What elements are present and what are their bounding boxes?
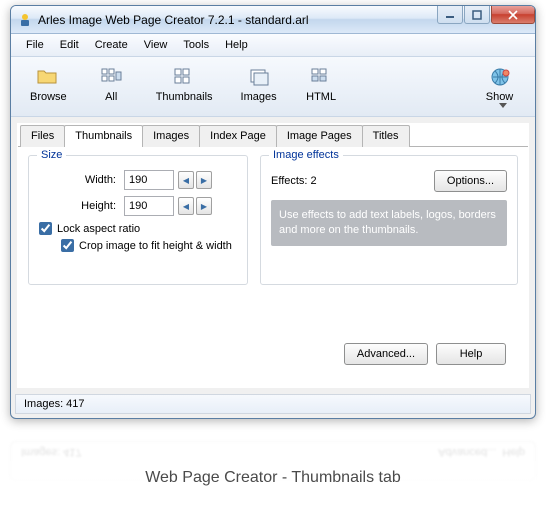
app-window: Arles Image Web Page Creator 7.2.1 - sta… [10,5,536,419]
tab-images[interactable]: Images [142,125,200,147]
menu-file[interactable]: File [19,37,51,53]
menu-view[interactable]: View [137,37,175,53]
size-group-title: Size [37,149,66,161]
images-icon [247,65,271,89]
toolbar-thumbnails-label: Thumbnails [156,91,213,103]
height-label: Height: [39,200,124,212]
width-increase-button[interactable]: ▶ [196,171,212,189]
mirror-left: Images: 417 [21,446,82,458]
app-icon [17,12,33,28]
tabstrip: Files Thumbnails Images Index Page Image… [18,124,528,147]
size-group: Size Width: ◀ ▶ Height: ◀ [28,155,248,285]
width-label: Width: [39,174,124,186]
close-button[interactable] [491,6,535,24]
statusbar: Images: 417 [15,394,531,414]
toolbar-show[interactable]: Show [472,61,527,112]
toolbar-browse-label: Browse [30,91,67,103]
html-icon [309,65,333,89]
folder-icon [36,65,60,89]
window-title: Arles Image Web Page Creator 7.2.1 - sta… [38,13,436,27]
height-increase-button[interactable]: ▶ [196,197,212,215]
crop-label: Crop image to fit height & width [79,240,232,252]
figure-caption: Web Page Creator - Thumbnails tab [10,461,536,495]
minimize-button[interactable] [437,6,463,24]
help-button[interactable]: Help [436,343,506,365]
toolbar-browse[interactable]: Browse [19,61,78,112]
menu-tools[interactable]: Tools [176,37,216,53]
effects-group-title: Image effects [269,149,343,161]
width-decrease-button[interactable]: ◀ [178,171,194,189]
toolbar-images[interactable]: Images [230,61,288,112]
window-controls [436,6,535,33]
effects-hint: Use effects to add text labels, logos, b… [271,200,507,246]
height-input[interactable] [124,196,174,216]
effects-count-label: Effects: 2 [271,175,317,187]
menu-help[interactable]: Help [218,37,255,53]
options-button[interactable]: Options... [434,170,507,192]
tab-index-page[interactable]: Index Page [199,125,277,147]
tab-control: Files Thumbnails Images Index Page Image… [17,123,529,388]
globe-icon [488,65,512,89]
maximize-button[interactable] [464,6,490,24]
chevron-down-icon [499,103,507,108]
mirror-r1: Advanced... [438,446,496,458]
toolbar-images-label: Images [241,91,277,103]
menu-create[interactable]: Create [88,37,135,53]
toolbar-html[interactable]: HTML [294,61,349,112]
toolbar-all-label: All [105,91,117,103]
menu-edit[interactable]: Edit [53,37,86,53]
width-input[interactable] [124,170,174,190]
tab-thumbnails[interactable]: Thumbnails [64,125,143,147]
titlebar[interactable]: Arles Image Web Page Creator 7.2.1 - sta… [11,6,535,34]
lock-aspect-checkbox[interactable] [39,222,52,235]
toolbar: Browse All Thumbnails Images HTML Show [11,57,535,117]
toolbar-show-label: Show [486,91,514,103]
height-decrease-button[interactable]: ◀ [178,197,194,215]
thumbnails-icon [172,65,196,89]
advanced-button[interactable]: Advanced... [344,343,428,365]
lock-aspect-label: Lock aspect ratio [57,223,140,235]
mirror-r2: Help [502,446,525,458]
effects-group: Image effects Effects: 2 Options... Use … [260,155,518,285]
tab-files[interactable]: Files [20,125,65,147]
crop-checkbox[interactable] [61,239,74,252]
caption-area: Images: 417 Advanced... Help Web Page Cr… [10,441,536,515]
status-images-count: Images: 417 [24,398,85,410]
toolbar-thumbnails[interactable]: Thumbnails [145,61,224,112]
tab-panel-thumbnails: Size Width: ◀ ▶ Height: ◀ [18,147,528,387]
toolbar-html-label: HTML [306,91,336,103]
menubar: File Edit Create View Tools Help [11,34,535,57]
tab-titles[interactable]: Titles [362,125,410,147]
grid-all-icon [99,65,123,89]
tab-image-pages[interactable]: Image Pages [276,125,363,147]
toolbar-all[interactable]: All [84,61,139,112]
